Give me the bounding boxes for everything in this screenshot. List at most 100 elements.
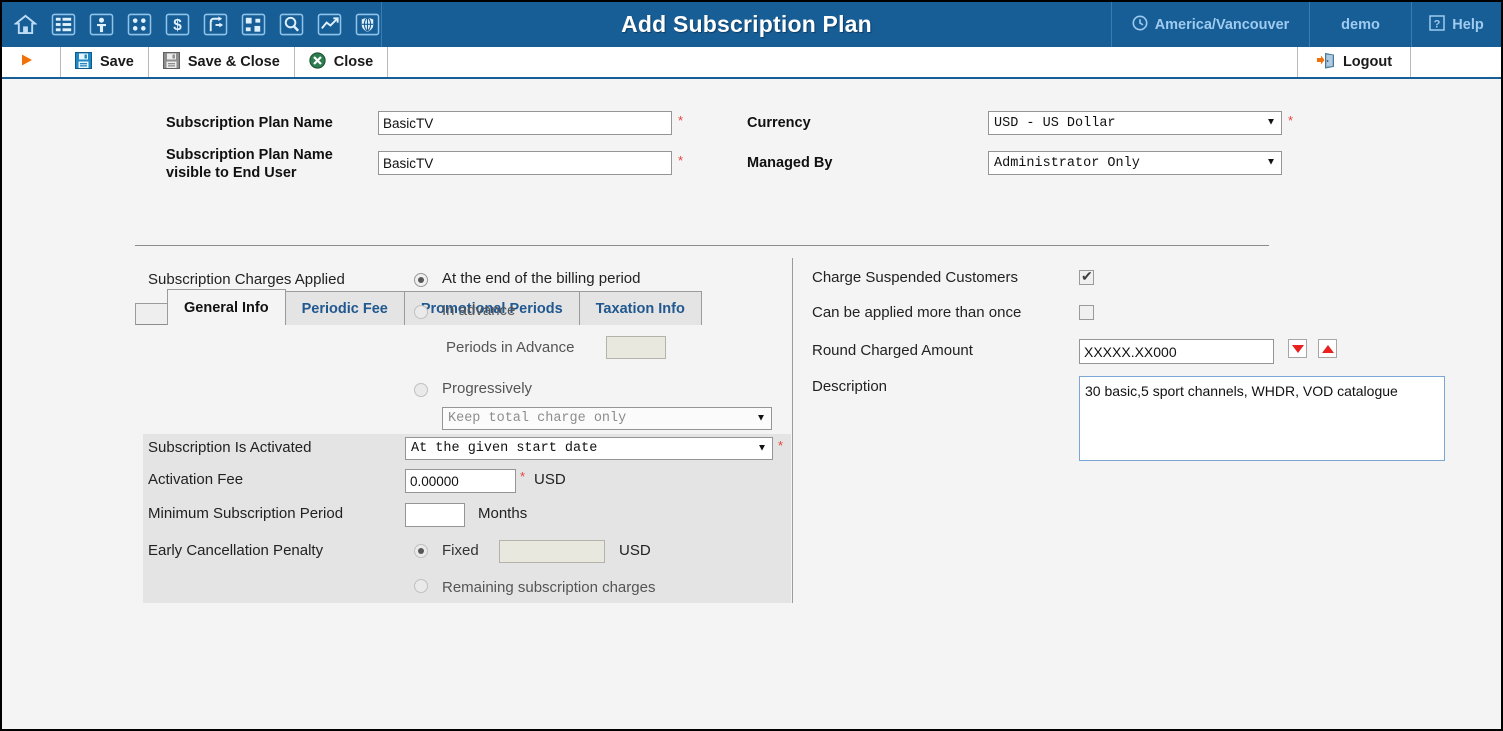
radio-penalty-fixed-label: Fixed — [442, 542, 479, 559]
home-icon[interactable] — [12, 11, 39, 38]
column-divider — [792, 258, 793, 603]
save-label: Save — [100, 54, 134, 70]
radio-end-of-billing-period[interactable] — [414, 273, 428, 287]
applied-more-than-once-checkbox[interactable] — [1079, 305, 1094, 320]
currency-value: USD - US Dollar — [994, 115, 1116, 131]
triangle-up-icon — [1321, 344, 1334, 353]
triangle-down-icon — [1291, 344, 1304, 353]
nav-icon-bar: $ — [2, 2, 382, 47]
save-and-close-button[interactable]: Save & Close — [149, 47, 295, 77]
currency-select[interactable]: USD - US Dollar ▼ — [988, 111, 1282, 135]
timezone-indicator[interactable]: America/Vancouver — [1111, 2, 1309, 47]
current-user[interactable]: demo — [1309, 2, 1411, 47]
app-header: $ Add Subscription Plan America/Vancouve… — [2, 2, 1501, 47]
plan-name-enduser-label-line1: Subscription Plan Name — [166, 147, 333, 163]
nodes-icon[interactable] — [240, 11, 267, 38]
svg-text:?: ? — [1434, 18, 1441, 30]
radio-progressively[interactable] — [414, 383, 428, 397]
applied-more-than-once-label: Can be applied more than once — [812, 304, 1022, 321]
chart-icon[interactable] — [316, 11, 343, 38]
tab-underline — [135, 245, 1269, 246]
plan-name-enduser-input[interactable] — [378, 151, 672, 175]
radio-penalty-fixed[interactable] — [414, 544, 428, 558]
currency-label: Currency — [747, 115, 811, 131]
logout-button[interactable]: Logout — [1298, 47, 1411, 77]
round-amount-increase-button[interactable] — [1318, 339, 1337, 358]
radio-penalty-remaining-label: Remaining subscription charges — [442, 579, 656, 596]
radio-end-of-billing-period-label: At the end of the billing period — [442, 270, 641, 287]
currency-required-marker: * — [1288, 113, 1294, 128]
floppy-disk-icon — [75, 51, 92, 73]
chevron-down-icon: ▼ — [758, 443, 765, 454]
tab-periodic-fee[interactable]: Periodic Fee — [284, 291, 405, 325]
min-period-unit: Months — [478, 505, 528, 522]
page-title-wrap: Add Subscription Plan — [382, 2, 1111, 47]
list-icon[interactable] — [50, 11, 77, 38]
tab-taxation-info[interactable]: Taxation Info — [578, 291, 702, 325]
plan-name-enduser-label: Subscription Plan Name visible to End Us… — [166, 146, 381, 182]
svg-text:$: $ — [173, 17, 182, 34]
plan-name-enduser-label-line2: visible to End User — [166, 165, 297, 181]
radio-in-advance[interactable] — [414, 305, 428, 319]
question-mark-icon: ? — [1429, 14, 1446, 35]
form-area: Subscription Plan Name * Subscription Pl… — [2, 81, 1501, 729]
penalty-fixed-input[interactable] — [499, 540, 605, 563]
user-label: demo — [1341, 16, 1380, 33]
radio-in-advance-label: In advance — [442, 302, 516, 319]
globe-shield-icon[interactable] — [354, 11, 381, 38]
services-icon[interactable] — [126, 11, 153, 38]
plan-name-enduser-required-marker: * — [678, 153, 684, 168]
round-amount-decrease-button[interactable] — [1288, 339, 1307, 358]
plan-name-input[interactable] — [378, 111, 672, 135]
managed-by-value: Administrator Only — [994, 155, 1140, 171]
radio-penalty-remaining[interactable] — [414, 579, 428, 593]
save-button[interactable]: Save — [61, 47, 149, 77]
charge-suspended-checkbox[interactable] — [1079, 268, 1094, 285]
activated-required-marker: * — [778, 438, 784, 453]
round-amount-input[interactable] — [1079, 339, 1274, 364]
tab-stub — [135, 303, 168, 325]
min-period-input[interactable] — [405, 503, 465, 527]
help-label: Help — [1452, 16, 1484, 33]
managed-by-select[interactable]: Administrator Only ▼ — [988, 151, 1282, 175]
clock-icon — [1132, 15, 1148, 35]
penalty-label: Early Cancellation Penalty — [148, 542, 324, 559]
logout-door-icon — [1316, 52, 1335, 73]
activation-fee-input[interactable] — [405, 469, 516, 493]
activated-label: Subscription Is Activated — [148, 439, 312, 456]
activated-select[interactable]: At the given start date ▼ — [405, 437, 773, 460]
page-title: Add Subscription Plan — [621, 11, 872, 37]
tab-general-info[interactable]: General Info — [167, 289, 286, 326]
activation-fee-label: Activation Fee — [148, 471, 244, 488]
periods-in-advance-input[interactable] — [606, 336, 666, 359]
close-button[interactable]: Close — [295, 47, 389, 77]
tab-general-info-label: General Info — [184, 299, 269, 316]
application-window: $ Add Subscription Plan America/Vancouve… — [0, 0, 1503, 731]
chevron-down-icon: ▼ — [1267, 117, 1274, 129]
activated-value: At the given start date — [411, 441, 598, 456]
radio-progressively-label: Progressively — [442, 380, 533, 397]
charges-applied-label: Subscription Charges Applied — [148, 271, 345, 288]
action-toolbar: Save Save & Close Close Logout — [2, 47, 1501, 79]
close-label: Close — [333, 54, 374, 70]
chevron-down-icon: ▼ — [1267, 157, 1274, 169]
search-icon[interactable] — [278, 11, 305, 38]
periods-in-advance-label: Periods in Advance — [446, 339, 575, 356]
routing-icon[interactable] — [202, 11, 229, 38]
progressive-mode-select[interactable]: Keep total charge only ▼ — [442, 407, 772, 430]
description-textarea[interactable] — [1079, 376, 1445, 461]
tab-taxation-info-label: Taxation Info — [595, 300, 685, 317]
run-button[interactable] — [2, 47, 61, 77]
help-button[interactable]: ? Help — [1411, 2, 1501, 47]
penalty-fixed-currency: USD — [619, 542, 651, 559]
save-and-close-label: Save & Close — [187, 54, 280, 70]
chevron-down-icon: ▼ — [757, 413, 764, 424]
logout-label: Logout — [1342, 54, 1393, 70]
round-amount-label: Round Charged Amount — [812, 342, 973, 359]
toolbar-end-spacer — [1411, 47, 1501, 77]
person-icon[interactable] — [88, 11, 115, 38]
managed-by-label: Managed By — [747, 155, 833, 171]
play-triangle-icon — [20, 53, 34, 71]
dollar-icon[interactable]: $ — [164, 11, 191, 38]
activation-fee-required-marker: * — [520, 469, 526, 484]
